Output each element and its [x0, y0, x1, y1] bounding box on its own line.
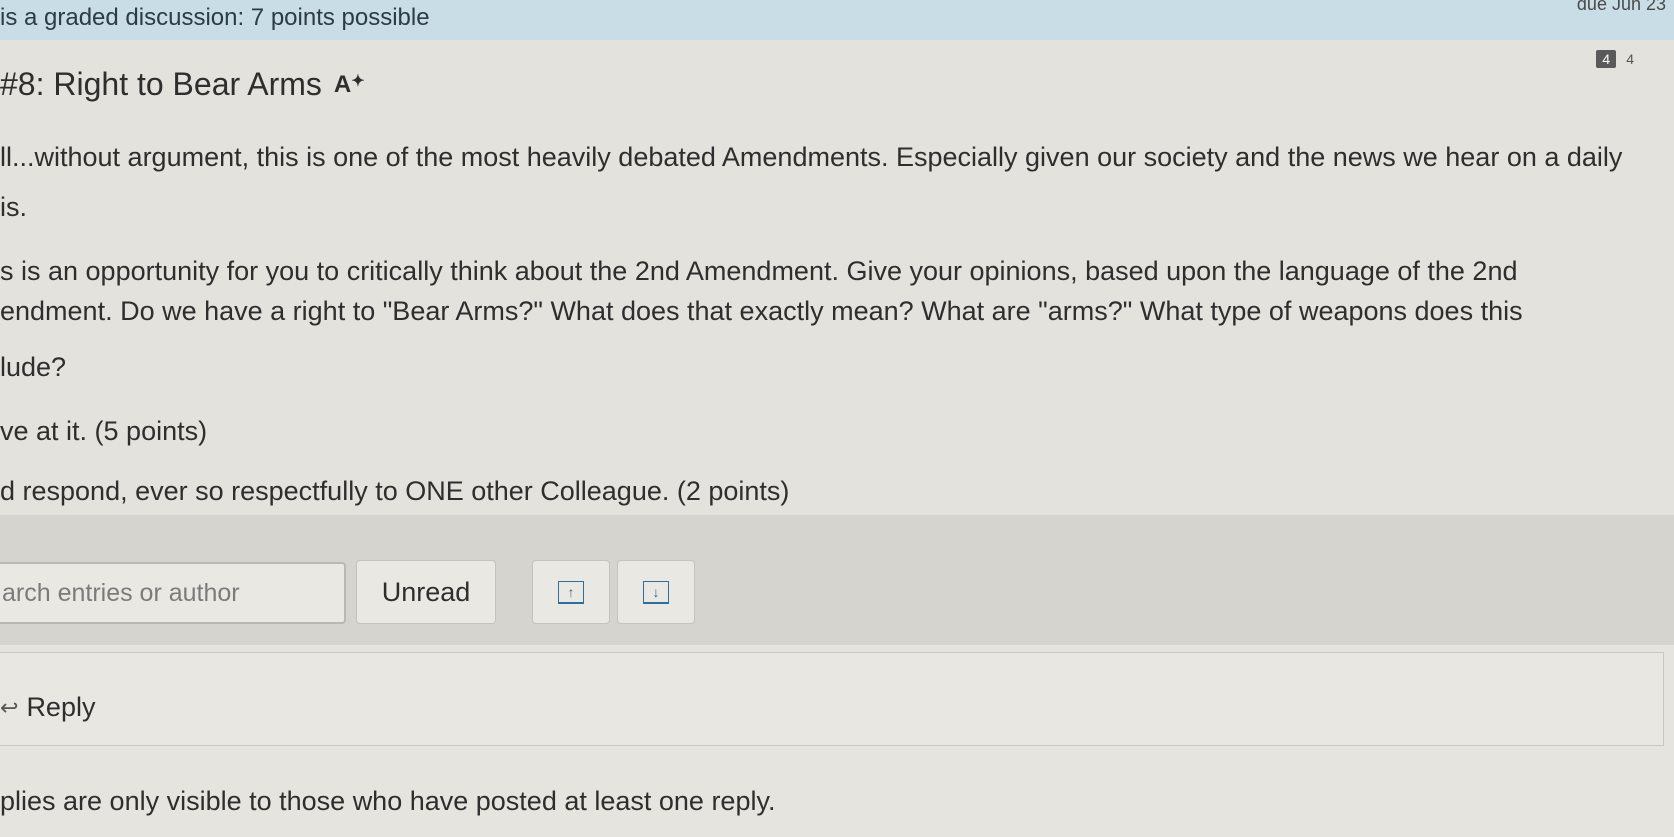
collapse-all-button[interactable]: ↓ [617, 560, 695, 624]
search-input[interactable] [0, 564, 344, 622]
unread-count-badge: 4 [1596, 50, 1617, 68]
expand-icon: ↑ [558, 580, 584, 604]
due-date-text: due Jun 23 [1576, 0, 1666, 14]
collapse-icon: ↓ [643, 580, 669, 604]
discussion-body-line-4: endment. Do we have a right to "Bear Arm… [0, 296, 1523, 326]
replies-visibility-note: plies are only visible to those who have… [0, 786, 776, 816]
unread-badge-group: 4 4 [1596, 50, 1634, 68]
discussion-header: #8: Right to Bear Arms A✦ [0, 66, 365, 103]
expand-all-button[interactable]: ↑ [532, 560, 610, 624]
reply-button[interactable]: ↩ Reply [0, 692, 95, 723]
discussion-body-line-1: ll...without argument, this is one of th… [0, 142, 1623, 172]
discussion-body-line-5: lude? [0, 352, 67, 382]
reply-label: Reply [26, 692, 96, 722]
discussion-body-line-6: ve at it. (5 points) [0, 416, 208, 446]
discussion-title: #8: Right to Bear Arms [0, 66, 322, 102]
discussion-body-line-3: s is an opportunity for you to criticall… [0, 256, 1518, 286]
reply-icon: ↩ [0, 694, 19, 720]
search-field [0, 562, 346, 624]
discussion-body-line-7: d respond, ever so respectfully to ONE o… [0, 476, 790, 506]
reply-count: 4 [1626, 51, 1634, 67]
text-size-icon[interactable]: A✦ [334, 71, 365, 99]
graded-banner: is a graded discussion: 7 points possibl… [0, 0, 1674, 41]
reply-box[interactable] [0, 652, 1664, 746]
unread-filter-button[interactable]: Unread [356, 560, 496, 624]
graded-points-text: is a graded discussion: 7 points possibl… [0, 4, 430, 31]
discussion-body-line-2: is. [0, 192, 27, 222]
